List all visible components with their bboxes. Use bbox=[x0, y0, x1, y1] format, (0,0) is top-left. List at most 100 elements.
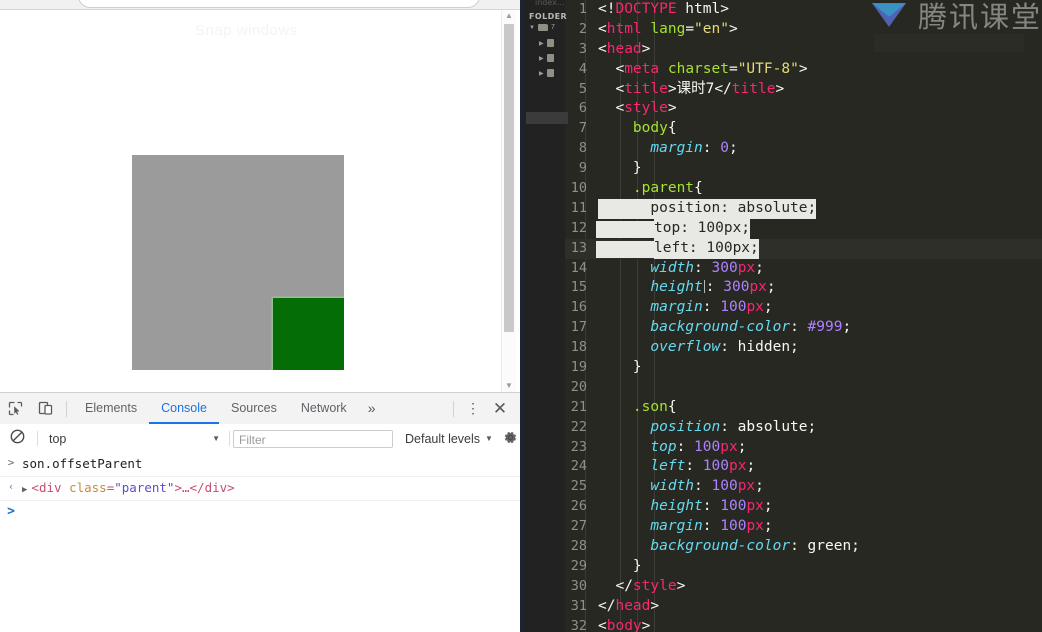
code-line[interactable]: 8 margin: 0; bbox=[565, 139, 1042, 159]
code-line[interactable]: 29 } bbox=[565, 557, 1042, 577]
code-line[interactable]: 17 background-color: #999; bbox=[565, 318, 1042, 338]
code-line[interactable]: 23 top: 100px; bbox=[565, 438, 1042, 458]
code-text: <!DOCTYPE html> bbox=[598, 0, 729, 20]
page-scrollbar[interactable]: ▲ ▼ bbox=[501, 10, 516, 392]
tab-sources[interactable]: Sources bbox=[219, 393, 289, 424]
line-number: 13 bbox=[570, 239, 587, 256]
code-line[interactable]: 10 .parent{ bbox=[565, 179, 1042, 199]
code-text: <style> bbox=[598, 99, 676, 119]
code-line[interactable]: 4 <meta charset="UTF-8"> bbox=[565, 60, 1042, 80]
code-line[interactable]: 9 } bbox=[565, 159, 1042, 179]
code-line[interactable]: 31 </head> bbox=[565, 597, 1042, 617]
scroll-down-arrow-icon[interactable]: ▼ bbox=[502, 380, 516, 392]
code-line[interactable]: 19 } bbox=[565, 358, 1042, 378]
code-line[interactable]: 32 <body> bbox=[565, 617, 1042, 632]
selection-indent-block bbox=[596, 240, 654, 258]
editor-code-area[interactable]: 1 <!DOCTYPE html> 2 <html lang="en"> 3 <head>… bbox=[565, 0, 1042, 632]
twisty-closed-icon[interactable]: ▶ bbox=[539, 40, 544, 47]
console-input-expression: son.offsetParent bbox=[22, 456, 143, 471]
code-token: < bbox=[598, 100, 625, 117]
twisty-closed-icon[interactable]: ▶ bbox=[539, 70, 544, 77]
code-line[interactable]: 27 margin: 100px; bbox=[565, 517, 1042, 537]
toolbar-divider-right bbox=[453, 400, 454, 417]
console-output[interactable]: > son.offsetParent ‹ ▶ <div class="parent… bbox=[0, 453, 520, 632]
scrollbar-thumb[interactable] bbox=[504, 24, 514, 332]
code-line[interactable]: 6 <style> bbox=[565, 99, 1042, 119]
sidebar-tree-item[interactable]: ▶ bbox=[539, 54, 554, 62]
code-line[interactable]: 7 body{ bbox=[565, 119, 1042, 139]
tab-network[interactable]: Network bbox=[289, 393, 359, 424]
code-line[interactable]: 22 position: absolute; bbox=[565, 418, 1042, 438]
code-line[interactable]: 26 height: 100px; bbox=[565, 497, 1042, 517]
code-token: </ bbox=[714, 80, 732, 97]
sidebar-tree-root[interactable]: ▼ 7 bbox=[529, 24, 555, 31]
code-line[interactable]: 15 height: 300px; bbox=[565, 278, 1042, 298]
console-filter-input[interactable]: Filter bbox=[233, 429, 393, 448]
code-token: } bbox=[598, 160, 642, 177]
code-token: ; bbox=[737, 438, 747, 455]
code-line[interactable]: 12 top: 100px; bbox=[565, 218, 1042, 239]
code-token: < bbox=[598, 80, 625, 97]
twisty-closed-icon[interactable]: ▶ bbox=[539, 55, 544, 62]
code-line[interactable]: 25 width: 100px; bbox=[565, 477, 1042, 497]
open-file-tab-label[interactable]: index... bbox=[535, 0, 565, 7]
line-number: 16 bbox=[570, 299, 587, 316]
watermark: 腾讯课堂 bbox=[868, 0, 1042, 36]
device-toolbar-icon[interactable] bbox=[30, 394, 60, 424]
sidebar-tree-root-label: 7 bbox=[550, 24, 555, 31]
code-token: > bbox=[676, 577, 686, 594]
code-line[interactable]: 21 .son{ bbox=[565, 398, 1042, 418]
code-token: title bbox=[624, 80, 668, 97]
code-text: height: 300px; bbox=[598, 278, 775, 298]
log-levels-selector[interactable]: Default levels ▼ bbox=[405, 432, 493, 446]
line-number: 31 bbox=[570, 597, 587, 614]
code-token: html bbox=[606, 20, 642, 37]
code-text: body{ bbox=[598, 119, 677, 139]
console-result-value[interactable]: ▶ <div class="parent">…</div> bbox=[22, 480, 235, 495]
code-line[interactable]: 18 overflow: hidden; bbox=[565, 338, 1042, 358]
address-bar[interactable] bbox=[78, 0, 480, 8]
code-token: <! bbox=[598, 1, 616, 17]
code-line[interactable]: 14 width: 300px; bbox=[565, 259, 1042, 279]
code-text: margin: 100px; bbox=[598, 298, 772, 318]
code-line[interactable]: 28 background-color: green; bbox=[565, 537, 1042, 557]
sidebar-tree-item[interactable]: ▶ bbox=[539, 69, 554, 77]
sidebar-tree-item[interactable]: ▶ bbox=[539, 39, 554, 47]
code-text: <head> bbox=[598, 40, 650, 60]
scroll-up-arrow-icon[interactable]: ▲ bbox=[502, 10, 516, 22]
inspect-element-icon[interactable] bbox=[0, 394, 30, 424]
close-icon[interactable]: ✕ bbox=[486, 399, 514, 419]
code-token: px bbox=[737, 478, 756, 495]
code-text: <html lang="en"> bbox=[598, 20, 738, 40]
gear-icon[interactable] bbox=[503, 430, 518, 448]
kebab-menu-icon[interactable]: ⋮ bbox=[460, 400, 486, 417]
code-token: > bbox=[667, 80, 677, 97]
more-tabs-icon[interactable]: » bbox=[359, 393, 385, 424]
code-token: ; bbox=[763, 518, 773, 535]
code-token: px bbox=[746, 299, 764, 316]
code-line[interactable]: 13 left: 100px; bbox=[565, 238, 1042, 259]
code-token: 100 bbox=[694, 438, 721, 455]
clear-console-icon[interactable] bbox=[0, 429, 34, 448]
code-token: body bbox=[598, 120, 668, 137]
twisty-open-icon[interactable]: ▼ bbox=[529, 25, 535, 31]
code-token: </ bbox=[598, 577, 633, 594]
code-line[interactable]: 16 margin: 100px; bbox=[565, 298, 1042, 318]
execution-context-selector[interactable]: top ▼ bbox=[41, 432, 226, 446]
code-line[interactable]: 20 bbox=[565, 378, 1042, 398]
editor-file-sidebar: index... FOLDER ▼ 7 ▶ ▶ ▶ bbox=[523, 0, 568, 632]
code-line[interactable]: 30 </style> bbox=[565, 577, 1042, 597]
code-token: meta bbox=[624, 60, 660, 77]
text-cursor bbox=[703, 280, 705, 294]
code-line[interactable]: 11 position: absolute; bbox=[565, 198, 1042, 219]
code-token: ; bbox=[728, 140, 738, 157]
code-line[interactable]: 5 <title>课时7</title> bbox=[565, 80, 1042, 100]
code-line[interactable]: 24 left: 100px; bbox=[565, 457, 1042, 477]
line-number: 30 bbox=[570, 577, 587, 594]
tab-console[interactable]: Console bbox=[149, 393, 219, 424]
tab-elements[interactable]: Elements bbox=[73, 393, 149, 424]
console-prompt-row[interactable]: > bbox=[0, 501, 520, 524]
code-token: lang bbox=[650, 20, 686, 37]
expand-triangle-icon[interactable]: ▶ bbox=[22, 485, 27, 495]
